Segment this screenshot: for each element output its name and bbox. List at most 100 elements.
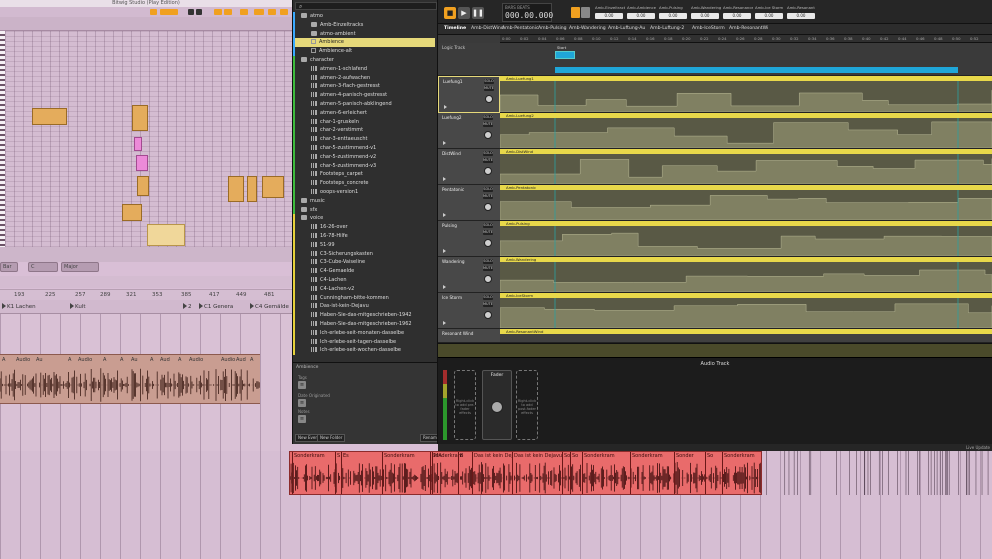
play-icon[interactable]: [443, 285, 446, 289]
red-audio-clips[interactable]: Sonderkram S Es Sonderkram Sonderkram MA B Das …: [289, 451, 762, 495]
clip-boundary[interactable]: [630, 452, 631, 494]
play-icon[interactable]: [443, 249, 446, 253]
volume-knob[interactable]: [485, 95, 493, 103]
macro-param[interactable]: Amb-Wandering 0.00: [691, 5, 721, 21]
track-lane[interactable]: Amb-ResonantWind: [500, 329, 992, 343]
locator-marker[interactable]: Kult: [70, 303, 86, 310]
mute-button[interactable]: MUTE: [483, 194, 493, 199]
midi-note[interactable]: [147, 224, 185, 246]
locator-marker[interactable]: C4 Gemälde: [250, 303, 289, 310]
browser-item[interactable]: atmo: [293, 12, 435, 21]
browser-item[interactable]: Amb-Einzeltracks: [293, 20, 435, 30]
mute-button[interactable]: MUTE: [483, 266, 493, 271]
piano-roll-grid[interactable]: [5, 31, 292, 247]
mute-button[interactable]: MUTE: [483, 158, 493, 163]
solo-button[interactable]: SOLO: [483, 295, 493, 300]
automation-lane[interactable]: [500, 262, 992, 292]
arrangement-ruler[interactable]: 193 225 257 289 321 353 385 417 449 481: [0, 289, 292, 300]
clip-boundary[interactable]: [292, 452, 293, 494]
track-lane[interactable]: Amb-Wandering: [500, 257, 992, 293]
solo-button[interactable]: SOLO: [483, 259, 493, 264]
logic-track-header[interactable]: Logic Track: [438, 43, 500, 76]
track-header[interactable]: Luefung2 SOLO MUTE: [438, 113, 500, 149]
piano-roll-ruler[interactable]: [0, 17, 292, 31]
browser-item[interactable]: Cunningham-bitte-kommen: [293, 293, 435, 303]
play-icon[interactable]: [443, 213, 446, 217]
macro-value[interactable]: 0.00: [659, 13, 687, 19]
date-edit-icon[interactable]: ≡: [298, 399, 306, 407]
mute-button[interactable]: MUTE: [483, 230, 493, 235]
tag-edit-icon[interactable]: ≡: [298, 381, 306, 389]
track-lane[interactable]: Amb-Luefung1: [500, 76, 992, 113]
mute-button[interactable]: MUTE: [483, 122, 493, 127]
midi-note[interactable]: [137, 176, 149, 196]
browser-item[interactable]: Ich-erlebe-seit-tagen-dasselbe: [293, 337, 435, 347]
browser-item[interactable]: C4-Lachen: [293, 276, 435, 285]
browser-item[interactable]: atmen-6-erleichert: [293, 108, 435, 118]
browser-item[interactable]: char-5-zustimmend-v3: [293, 161, 435, 171]
fader-device[interactable]: Fader: [482, 370, 512, 440]
macro-value[interactable]: 0.00: [595, 13, 623, 19]
browser-item[interactable]: atmen-1-schlafend: [293, 64, 435, 74]
track-lane[interactable]: Amb-Pulsing: [500, 221, 992, 257]
macro-param[interactable]: Amb-Ice Storm 0.00: [755, 5, 785, 21]
clip-header[interactable]: [500, 329, 992, 334]
browser-item[interactable]: char-1-gruskeln: [293, 117, 435, 127]
clip-boundary[interactable]: [570, 452, 571, 494]
macro-param[interactable]: Amb-Pulsing 0.00: [659, 5, 689, 21]
clip-boundary[interactable]: [722, 452, 723, 494]
clip-boundary[interactable]: [382, 452, 383, 494]
browser-item[interactable]: ooops-version1: [293, 188, 435, 197]
clip-boundary[interactable]: [562, 452, 563, 494]
browser-item[interactable]: atmen-2-aufwachen: [293, 73, 435, 83]
locator-marker[interactable]: K1 Lachen: [2, 303, 36, 310]
track-header[interactable]: Wandering SOLO MUTE: [438, 257, 500, 293]
browser-search-input[interactable]: ⌕: [295, 2, 437, 10]
solo-button[interactable]: SOLO: [484, 79, 494, 84]
stop-icon[interactable]: [196, 9, 202, 15]
tab-7[interactable]: Amb-IceStorm: [692, 26, 725, 31]
play-icon[interactable]: [444, 105, 447, 109]
track-lane[interactable]: Amb-IceStorm: [500, 293, 992, 329]
logic-clip[interactable]: Start: [555, 45, 575, 59]
midi-note[interactable]: [136, 155, 148, 171]
midi-note[interactable]: [247, 176, 257, 202]
track-lane[interactable]: Amb-Pentatonic: [500, 185, 992, 221]
volume-knob[interactable]: [484, 275, 492, 283]
browser-item[interactable]: C3-Cube-Vaiseline: [293, 258, 435, 268]
bottom-arrangement[interactable]: Sonderkram S Es Sonderkram Sonderkram MA B Das …: [0, 451, 992, 559]
time-display[interactable]: BARS BEATS 000.00.000: [502, 3, 553, 22]
arrangement-locators[interactable]: K1 Lachen Kult 2 C1 Genera C4 Gemälde: [0, 300, 292, 314]
pre-fader-slot[interactable]: Right-click to add pre-fader effects: [454, 370, 476, 440]
browser-item[interactable]: char-2-verstimmt: [293, 126, 435, 136]
track-header[interactable]: Pentatonic SOLO MUTE: [438, 185, 500, 221]
tab-8[interactable]: Amb-ResonantWi: [729, 26, 768, 31]
toolbar-button[interactable]: [240, 9, 248, 15]
mute-button[interactable]: MUTE: [484, 86, 494, 91]
browser-item[interactable]: voice: [293, 214, 435, 224]
browser-item[interactable]: Ich-erlebe-seit-monaten-dasselbe: [293, 328, 435, 338]
macro-value[interactable]: 0.00: [627, 13, 655, 19]
mute-button[interactable]: MUTE: [483, 302, 493, 307]
solo-button[interactable]: SOLO: [483, 223, 493, 228]
volume-knob[interactable]: [484, 131, 492, 139]
track-header[interactable]: Ice Storm SOLO MUTE: [438, 293, 500, 329]
browser-item[interactable]: Ambience: [293, 38, 435, 48]
macro-param[interactable]: Amb-Ambience 0.00: [627, 5, 657, 21]
browser-item[interactable]: sfx: [293, 205, 435, 215]
clip-boundary[interactable]: [432, 452, 433, 494]
logic-track-lane[interactable]: Start: [500, 43, 992, 76]
browser-item[interactable]: 16-78-Hilfe: [293, 232, 435, 241]
toolbar-button[interactable]: [280, 9, 288, 15]
pause-button[interactable]: ❚❚: [472, 7, 484, 19]
browser-list[interactable]: atmo Amb-Einzeltracks atmo-ambient Ambience…: [293, 12, 437, 362]
browser-item[interactable]: character: [293, 56, 435, 65]
midi-note[interactable]: [122, 204, 142, 221]
browser-item[interactable]: C4-Lachen-v2: [293, 284, 435, 294]
browser-item[interactable]: Haben-Sie-das-mitgeschrieben-1942: [293, 311, 435, 321]
fader-knob[interactable]: [491, 401, 503, 413]
browser-item[interactable]: atmen-5-panisch-abklingend: [293, 100, 435, 109]
clip-boundary[interactable]: [674, 452, 675, 494]
track-header[interactable]: Luefung1 SOLO MUTE: [438, 76, 500, 113]
midi-note[interactable]: [262, 176, 284, 198]
